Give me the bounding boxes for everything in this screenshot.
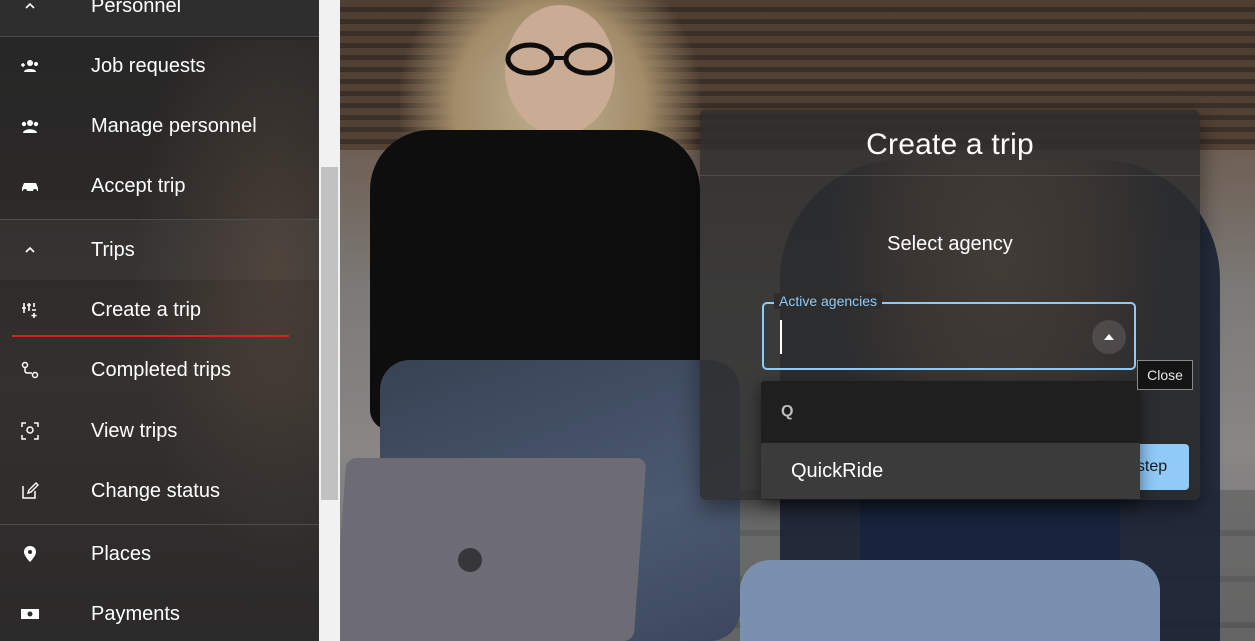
sidebar-item-label: Accept trip <box>91 174 186 197</box>
sidebar: Personnel Job requests Manage personnel … <box>0 0 319 641</box>
sidebar-item-payments[interactable]: Payments <box>0 584 319 641</box>
sidebar-item-job-requests[interactable]: Job requests <box>0 36 319 96</box>
people-icon <box>20 116 40 136</box>
dropdown-option-quickride[interactable]: QuickRide <box>761 443 1140 499</box>
sidebar-item-label: Completed trips <box>91 358 232 381</box>
sidebar-item-label: Payments <box>91 602 180 625</box>
next-step-label: step <box>1136 458 1168 475</box>
field-label: Active agencies <box>774 293 883 309</box>
agency-dropdown-list: Q QuickRide <box>761 381 1140 499</box>
active-indicator <box>12 335 289 337</box>
scan-person-icon <box>20 421 40 441</box>
chevron-up-icon <box>20 240 40 260</box>
sidebar-item-label: Manage personnel <box>91 114 257 137</box>
arrow-up-icon <box>1104 334 1114 340</box>
active-agencies-field[interactable]: Active agencies <box>762 293 1136 370</box>
sidebar-item-places[interactable]: Places <box>0 524 319 584</box>
dialog-title: Create a trip <box>866 128 1034 161</box>
cash-icon <box>20 604 40 624</box>
divider <box>700 175 1200 176</box>
section-label: Trips <box>91 238 135 261</box>
sidebar-item-change-status[interactable]: Change status <box>0 461 319 521</box>
agency-search-input[interactable] <box>780 320 1068 354</box>
close-dropdown-button[interactable] <box>1092 320 1126 354</box>
sidebar-item-label: Change status <box>91 479 220 502</box>
location-pin-icon <box>20 544 40 564</box>
sidebar-item-label: Places <box>91 542 152 565</box>
section-label: Personnel <box>91 0 182 17</box>
sidebar-item-label: View trips <box>91 419 178 442</box>
sidebar-item-label: Create a trip <box>91 298 202 321</box>
dialog-subtitle: Select agency <box>887 233 1013 255</box>
section-trips[interactable]: Trips <box>0 220 319 280</box>
sidebar-item-create-trip[interactable]: Create a trip <box>0 280 319 340</box>
tune-add-icon <box>20 300 40 320</box>
sidebar-item-manage-personnel[interactable]: Manage personnel <box>0 96 319 156</box>
route-icon <box>20 360 40 380</box>
sidebar-item-completed-trips[interactable]: Completed trips <box>0 340 319 400</box>
close-tooltip: Close <box>1137 360 1193 390</box>
sidebar-scroll-thumb[interactable] <box>321 167 338 500</box>
edit-icon <box>20 481 40 501</box>
sidebar-item-accept-trip[interactable]: Accept trip <box>0 156 319 216</box>
car-icon <box>20 176 40 196</box>
sidebar-item-label: Job requests <box>91 54 206 77</box>
section-personnel[interactable]: Personnel <box>0 0 319 36</box>
dropdown-group-header: Q <box>781 403 794 420</box>
chevron-up-icon <box>20 0 40 16</box>
sidebar-item-view-trips[interactable]: View trips <box>0 401 319 461</box>
group-add-icon <box>20 56 40 76</box>
